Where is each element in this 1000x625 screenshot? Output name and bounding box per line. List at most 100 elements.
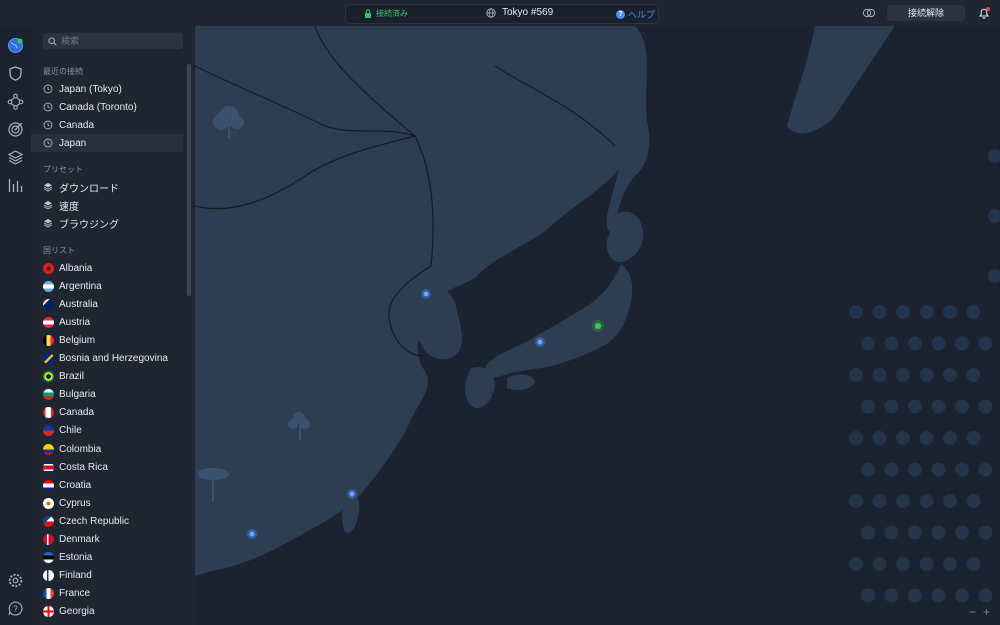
support-question-icon[interactable]: ? [7,600,24,617]
country-item[interactable]: Bosnia and Herzegovina [31,350,183,368]
country-item-label: Brazil [59,371,85,383]
korea-landmass [413,285,463,360]
country-item[interactable]: Albania [31,259,183,277]
flag-icon [43,371,54,383]
clock-icon [43,138,53,148]
help-icon: ? [616,10,625,19]
country-item-label: Austria [59,316,91,328]
connection-status: 接続済み [364,8,408,19]
search-box[interactable] [43,33,183,49]
flag-icon [43,497,54,509]
country-item[interactable]: Denmark [31,531,183,549]
country-item-label: Estonia [59,552,93,564]
country-item-label: Australia [59,298,98,310]
country-item[interactable]: Brazil [31,368,183,386]
disconnect-button[interactable]: 接続解除 [887,5,965,21]
server-name: Tokyo #569 [486,7,553,18]
country-item[interactable]: Costa Rica [31,458,183,476]
help-link[interactable]: ? ヘルプ [616,8,655,21]
country-item-label: Denmark [59,534,100,545]
country-item-label: France [59,588,91,600]
svg-text:?: ? [13,605,18,614]
country-item-label: Argentina [59,280,102,292]
meshnet-icon[interactable] [862,6,876,20]
map-dot-pattern [849,149,1000,603]
flag-icon [43,407,54,419]
flag-icon [43,353,54,364]
country-item-label: Chile [59,425,82,437]
country-item[interactable]: Czech Republic [31,512,183,530]
flag-icon [43,588,54,600]
country-item[interactable]: Chile [31,422,183,440]
zoom-out-button[interactable]: − [969,605,976,619]
flag-icon [43,534,54,545]
recent-item[interactable]: Canada [31,116,183,134]
settings-gear-icon[interactable] [7,572,24,589]
preset-item-label: ダウンロード [59,183,119,195]
recent-item-label: Japan (Tokyo) [59,83,122,95]
recent-item[interactable]: Japan [31,134,183,152]
taiwan-landmass [342,492,360,533]
country-item[interactable]: Austria [31,313,183,331]
recent-item[interactable]: Canada (Toronto) [31,98,183,116]
country-item[interactable]: Cyprus [31,494,183,512]
sidebar-scrollbar[interactable] [187,64,191,296]
recent-item-label: Canada (Toronto) [59,101,137,113]
shikoku-landmass [507,374,535,390]
preset-layers-icon [43,183,53,192]
shield-icon[interactable] [7,65,24,82]
world-map[interactable]: − + [195,26,1000,625]
target-icon[interactable] [7,121,24,138]
country-item[interactable]: France [31,585,183,603]
stats-icon[interactable] [7,177,24,194]
country-item-label: Finland [59,570,92,582]
nav-rail: ? [0,26,32,625]
meshnet-nav-icon[interactable] [7,93,24,110]
clock-icon [43,102,53,112]
recent-item[interactable]: Japan (Tokyo) [31,80,183,98]
country-item[interactable]: Argentina [31,277,183,295]
search-input[interactable] [61,36,171,46]
country-item-label: Bulgaria [59,389,96,401]
server-label: Tokyo #569 [502,7,554,18]
country-item[interactable]: Finland [31,567,183,585]
country-item[interactable]: Canada [31,404,183,422]
country-item-label: Albania [59,262,93,274]
flag-icon [43,515,54,527]
country-item[interactable]: Colombia [31,440,183,458]
flag-icon [43,461,54,473]
flag-icon [43,479,54,491]
recent-section-title: 最近の接続 [43,67,83,76]
notification-bell-icon[interactable] [977,6,991,20]
country-item-label: Cyprus [59,497,91,509]
flag-icon [43,298,54,310]
country-item[interactable]: Croatia [31,476,183,494]
lock-icon [365,9,371,18]
country-item[interactable]: Bulgaria [31,386,183,404]
globe-nav-icon[interactable] [7,37,24,54]
country-item-label: Costa Rica [59,461,108,473]
country-item-label: Bosnia and Herzegovina [59,353,168,364]
country-item[interactable]: Georgia [31,603,183,621]
country-item-label: Croatia [59,479,92,491]
flag-icon [43,606,54,618]
preset-item-label: ブラウジング [59,219,119,231]
country-item[interactable]: Australia [31,295,183,313]
server-list-panel: 最近の接続 Japan (Tokyo) Canada (Toronto) Canad… [31,26,195,625]
country-item-label: Czech Republic [59,515,130,527]
flag-icon [43,389,54,401]
connection-status-bar: 接続済み Tokyo #569 ? ヘルプ [345,4,659,24]
preset-item[interactable]: 速度 [31,196,183,214]
preset-layers-icon [43,219,53,228]
zoom-in-button[interactable]: + [983,605,990,619]
country-item-label: Canada [59,407,95,419]
preset-item[interactable]: ダウンロード [31,178,183,196]
flag-icon [43,570,54,582]
clock-icon [43,120,53,130]
presets-section-title: プリセット [43,165,83,174]
layers-icon[interactable] [7,149,24,166]
country-item[interactable]: Belgium [31,331,183,349]
kamchatka-landmass [787,26,895,134]
preset-item[interactable]: ブラウジング [31,214,183,232]
country-item[interactable]: Estonia [31,549,183,567]
